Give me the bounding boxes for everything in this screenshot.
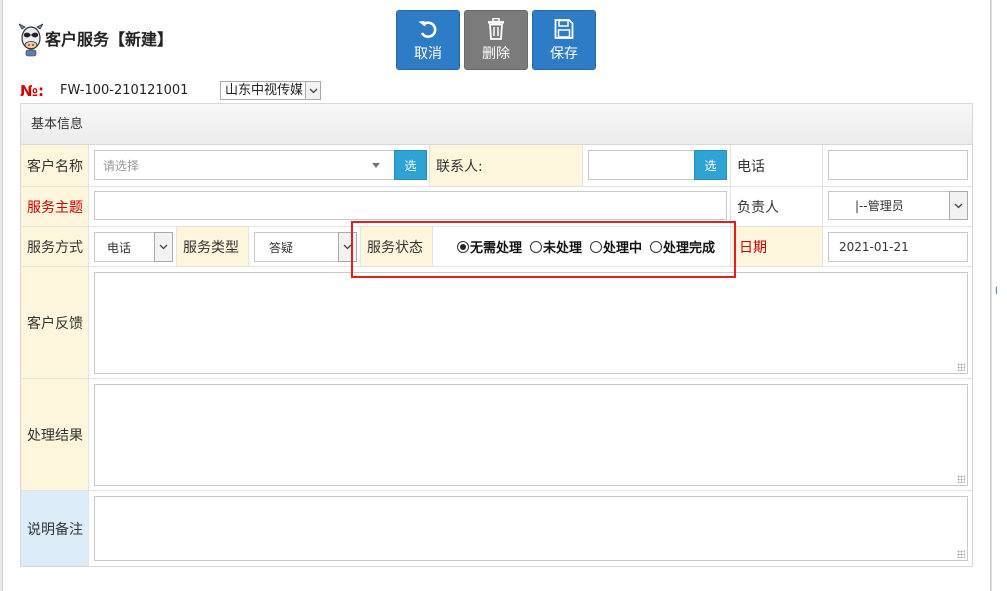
status-option-label: 无需处理: [470, 241, 523, 256]
record-number-row: №: FW-100-210121001 山东中视传媒: [20, 81, 322, 100]
date-input[interactable]: 2021-01-21: [828, 232, 968, 262]
status-cell: 服务状态 无需处理 未处理 处理中 处理完成: [361, 227, 731, 266]
method-value: 电话: [107, 240, 132, 255]
status-option-label: 处理完成: [663, 241, 716, 256]
basic-info-panel: 基本信息 客户名称 请选择 选 联系人: 选 电话 服务主题 负责人 |--管理…: [20, 103, 973, 567]
chevron-down-icon: [305, 82, 321, 99]
owner-select[interactable]: |--管理员: [828, 191, 968, 220]
feedback-textarea[interactable]: [94, 272, 968, 374]
delete-label: 删除: [482, 45, 510, 62]
organization-select[interactable]: 山东中视传媒: [220, 81, 322, 100]
form-row-feedback: 客户反馈: [21, 267, 972, 379]
contact-pick-button[interactable]: 选: [694, 150, 727, 180]
form-row-subject: 服务主题 负责人 |--管理员: [21, 187, 972, 227]
title-area: 客户服务【新建】: [17, 18, 174, 58]
cow-mascot-icon: [17, 18, 45, 58]
method-select[interactable]: 电话: [94, 232, 173, 262]
radio-unchecked-icon[interactable]: [650, 240, 663, 253]
cancel-label: 取消: [414, 45, 442, 62]
record-number-label: №:: [20, 81, 45, 100]
status-label: 服务状态: [361, 227, 433, 266]
save-label: 保存: [550, 45, 578, 62]
resize-grip-icon[interactable]: [957, 550, 965, 558]
status-option-label: 未处理: [543, 241, 583, 256]
resize-grip-icon[interactable]: [957, 475, 965, 483]
customer-label: 客户名称: [21, 145, 89, 186]
resize-grip-icon[interactable]: [957, 363, 965, 371]
undo-icon: [417, 18, 439, 40]
customer-pick-button[interactable]: 选: [394, 150, 427, 180]
status-option-label: 处理中: [603, 241, 643, 256]
date-value: 2021-01-21: [839, 240, 909, 254]
type-select[interactable]: 答疑: [254, 232, 357, 262]
organization-value: 山东中视传媒: [225, 83, 304, 98]
chevron-down-icon: [338, 232, 357, 262]
type-label: 服务类型: [177, 227, 249, 266]
customer-placeholder: 请选择: [103, 158, 140, 173]
remark-textarea[interactable]: [94, 496, 968, 561]
trash-icon: [486, 17, 506, 40]
form-row-result: 处理结果: [21, 379, 972, 491]
remark-label: 说明备注: [21, 491, 89, 566]
owner-value: |--管理员: [855, 199, 904, 213]
phone-input[interactable]: [828, 150, 968, 180]
status-option-pending[interactable]: 未处理: [530, 237, 582, 256]
form-row-status: 服务方式 电话 服务类型 答疑 服务状态 无需处理 未处理 处理中 处理完成 日…: [21, 227, 972, 267]
toolbar: 取消 删除 保存: [396, 10, 596, 70]
radio-unchecked-icon[interactable]: [590, 240, 603, 253]
status-option-done[interactable]: 处理完成: [650, 237, 715, 256]
cancel-button[interactable]: 取消: [396, 10, 460, 70]
subject-input[interactable]: [94, 191, 727, 220]
save-button[interactable]: 保存: [532, 10, 596, 70]
result-label: 处理结果: [21, 379, 89, 490]
type-value: 答疑: [269, 240, 294, 255]
floppy-icon: [554, 18, 574, 40]
status-option-in-progress[interactable]: 处理中: [590, 237, 642, 256]
customer-select[interactable]: 请选择 选: [94, 150, 427, 180]
background-page-edge: l: [991, 0, 1007, 591]
radio-unchecked-icon[interactable]: [530, 240, 543, 253]
form-row-customer: 客户名称 请选择 选 联系人: 选 电话: [21, 145, 972, 187]
status-radio-group: 无需处理 未处理 处理中 处理完成: [457, 227, 715, 266]
caret-down-icon: [372, 163, 380, 168]
method-label: 服务方式: [21, 227, 89, 266]
result-textarea[interactable]: [94, 384, 968, 486]
status-option-none[interactable]: 无需处理: [457, 237, 522, 256]
contact-input[interactable]: 选: [588, 150, 727, 180]
edge-glyph: l: [995, 286, 998, 297]
form-row-remark: 说明备注: [21, 491, 972, 566]
date-label: 日期: [731, 227, 823, 266]
chevron-down-icon: [949, 191, 968, 220]
chevron-down-icon: [154, 232, 173, 262]
radio-checked-icon[interactable]: [457, 240, 469, 253]
panel-heading: 基本信息: [21, 104, 972, 145]
owner-label: 负责人: [731, 187, 823, 226]
page-title: 客户服务【新建】: [45, 30, 174, 49]
dialog-window: 客户服务【新建】 取消 删除 保存 №: FW-100-210121001 山东…: [2, 0, 991, 591]
contact-label: 联系人:: [430, 145, 583, 186]
phone-label: 电话: [731, 145, 823, 186]
subject-label: 服务主题: [21, 187, 89, 226]
feedback-label: 客户反馈: [21, 267, 89, 378]
delete-button[interactable]: 删除: [464, 10, 528, 70]
record-number-value: FW-100-210121001: [60, 83, 189, 98]
